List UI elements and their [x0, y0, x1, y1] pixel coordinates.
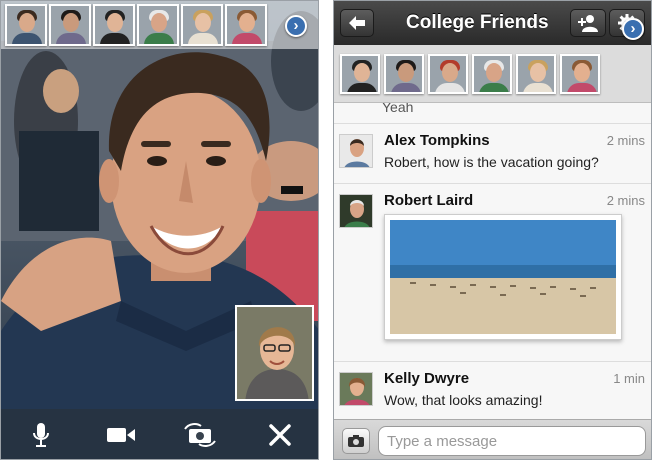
participants-strip [1, 1, 318, 49]
participant-thumbnail[interactable] [340, 53, 380, 94]
thumbnail-face [530, 62, 546, 82]
add-person-button[interactable] [570, 9, 606, 37]
message-text: Wow, that looks amazing! [384, 392, 543, 408]
avatar-image [340, 135, 372, 167]
thumbnail-body [347, 82, 377, 92]
participant-thumbnail[interactable] [93, 4, 135, 46]
thumbnail-face [442, 62, 458, 82]
message-text: Robert, how is the vacation going? [384, 154, 599, 170]
thumbnail-body [567, 82, 597, 92]
thumbnail-face [486, 62, 502, 82]
thumbnail-body [391, 82, 421, 92]
participant-thumbnail[interactable] [137, 4, 179, 46]
avatar [339, 194, 373, 228]
message-row: Robert Laird 2 mins [334, 183, 651, 361]
video-camera-icon [106, 428, 135, 442]
back-button[interactable] [340, 9, 374, 37]
add-person-icon [578, 15, 598, 32]
message-row: Kelly Dwyre 1 min Wow, that looks amazin… [334, 361, 651, 419]
thumbnail-face [239, 13, 255, 32]
participant-thumbnail[interactable] [5, 4, 47, 46]
participant-thumbnail[interactable] [181, 4, 223, 46]
group-chat-screen: College Friends › Yeah Alex Tompkins 2 m… [333, 0, 652, 460]
navigation-bar: College Friends [334, 1, 651, 45]
microphone-icon [32, 423, 49, 447]
avatar-image [340, 195, 372, 227]
thumbnail-body [188, 33, 218, 44]
thumbnail-body [100, 33, 130, 44]
participant-thumbnail[interactable] [428, 53, 468, 94]
camera-icon [348, 435, 364, 447]
message-row: Alex Tompkins 2 mins Robert, how is the … [334, 123, 651, 183]
thumbnail-body [435, 82, 465, 92]
attach-photo-button[interactable] [342, 428, 370, 454]
message-time: 2 mins [606, 193, 645, 208]
beach-photo-image [390, 220, 616, 334]
participant-thumbnail[interactable] [560, 53, 600, 94]
chat-title: College Friends [406, 12, 549, 33]
thumbnail-body [232, 33, 262, 44]
more-participants-button[interactable]: › [285, 15, 307, 37]
thumbnail-face [354, 62, 370, 82]
switch-camera-button[interactable] [180, 417, 220, 453]
message-author: Robert Laird [384, 192, 474, 209]
video-toggle-button[interactable] [101, 417, 141, 453]
previous-message-snippet: Yeah [382, 103, 414, 115]
thumbnail-body [479, 82, 509, 92]
participant-thumbnail[interactable] [472, 53, 512, 94]
message-time: 2 mins [606, 133, 645, 148]
thumbnail-face [195, 13, 211, 32]
thumbnail-face [574, 62, 590, 82]
avatar-image [340, 373, 372, 405]
self-view-video[interactable] [235, 305, 314, 401]
thumbnail-face [398, 62, 414, 82]
participant-thumbnail[interactable] [225, 4, 267, 46]
chat-participants-strip [334, 45, 651, 103]
avatar [339, 372, 373, 406]
back-arrow-icon [349, 16, 365, 30]
avatar [339, 134, 373, 168]
close-icon [269, 424, 291, 446]
thumbnail-face [63, 13, 79, 32]
thumbnail-face [107, 13, 123, 32]
self-view-image [237, 307, 312, 399]
microphone-button[interactable] [21, 417, 61, 453]
message-composer [334, 419, 651, 459]
participant-thumbnail[interactable] [516, 53, 556, 94]
thumbnail-body [56, 33, 86, 44]
thumbnail-body [523, 82, 553, 92]
message-input[interactable] [378, 426, 646, 456]
message-time: 1 min [613, 371, 645, 386]
shared-photo[interactable] [384, 214, 622, 340]
participant-thumbnail[interactable] [49, 4, 91, 46]
thumbnail-face [151, 13, 167, 32]
end-call-button[interactable] [260, 417, 300, 453]
participant-thumbnail[interactable] [384, 53, 424, 94]
message-list: Yeah Alex Tompkins 2 mins Robert, how is… [334, 103, 651, 419]
thumbnail-body [12, 33, 42, 44]
thumbnail-body [144, 33, 174, 44]
call-toolbar [1, 409, 318, 459]
video-call-screen: › [0, 0, 319, 460]
chat-more-participants-button[interactable]: › [622, 18, 644, 40]
message-author: Kelly Dwyre [384, 370, 470, 387]
message-author: Alex Tompkins [384, 132, 490, 149]
thumbnail-face [19, 13, 35, 32]
switch-camera-icon [184, 423, 217, 447]
